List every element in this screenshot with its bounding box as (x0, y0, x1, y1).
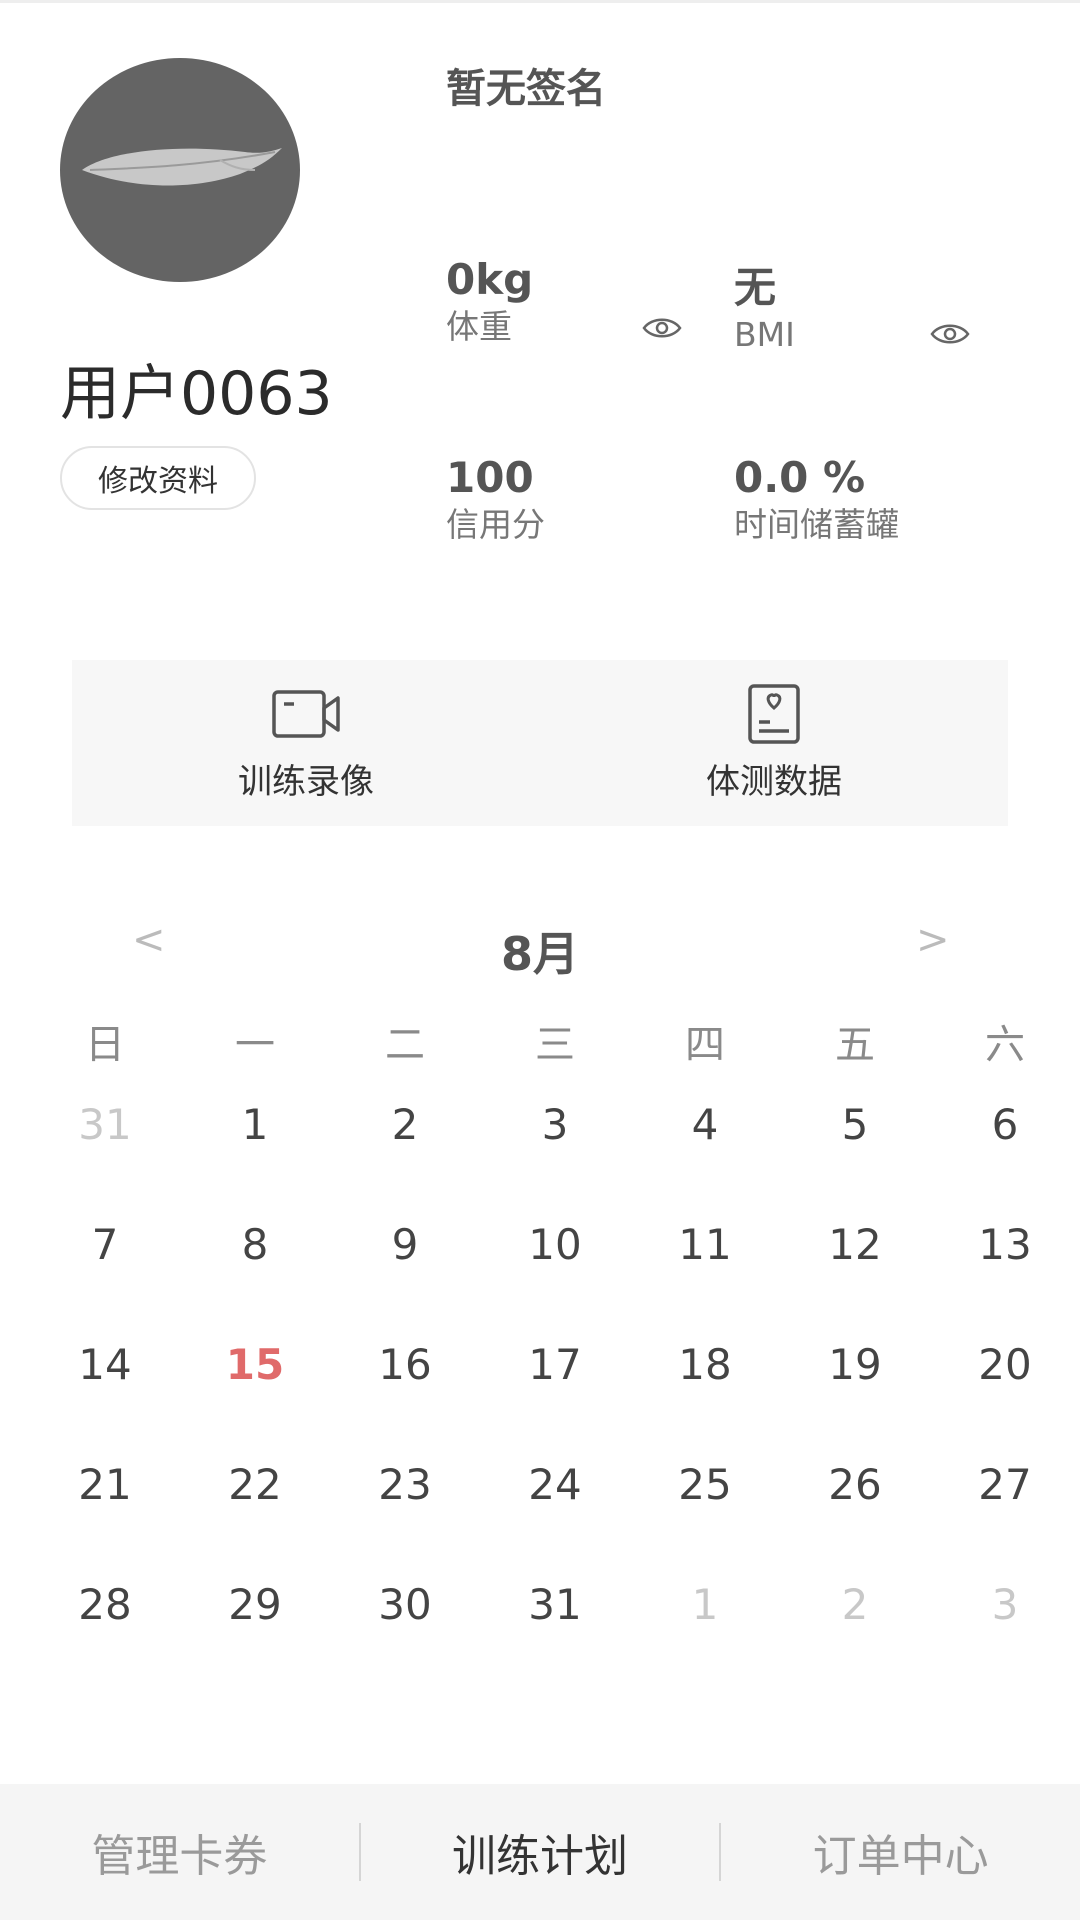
calendar-day[interactable]: 9 (330, 1210, 480, 1330)
calendar-week: 28 29 30 31 1 2 3 (30, 1570, 1080, 1690)
weekday-label: 一 (235, 1022, 275, 1068)
calendar-day[interactable]: 29 (180, 1570, 330, 1690)
bmi-label: BMI (734, 315, 795, 354)
feather-icon (82, 148, 282, 186)
eye-icon[interactable] (642, 314, 682, 342)
weight-label: 体重 (446, 307, 512, 346)
calendar-day[interactable]: 27 (930, 1450, 1080, 1570)
calendar-day[interactable]: 24 (480, 1450, 630, 1570)
calendar-day[interactable]: 3 (480, 1090, 630, 1210)
credit-label: 信用分 (446, 505, 545, 544)
calendar-day-other-month[interactable]: 1 (630, 1570, 780, 1690)
weekday-label: 五 (835, 1022, 875, 1068)
calendar-day[interactable]: 10 (480, 1210, 630, 1330)
health-report-icon (748, 683, 800, 744)
weekday-label: 六 (985, 1022, 1025, 1068)
weight-value: 0kg (446, 255, 534, 304)
calendar-day[interactable]: 17 (480, 1330, 630, 1450)
savings-jar-value: 0.0 % (734, 453, 866, 502)
avatar[interactable] (60, 58, 300, 282)
calendar-day[interactable]: 16 (330, 1330, 480, 1450)
tab-order-center[interactable]: 订单中心 (721, 1820, 1080, 1884)
bottom-tab-bar: 管理卡券 训练计划 订单中心 (0, 1784, 1080, 1920)
calendar-day[interactable]: 6 (930, 1090, 1080, 1210)
calendar-day[interactable]: 2 (330, 1090, 480, 1210)
calendar-day[interactable]: 19 (780, 1330, 930, 1450)
savings-jar-stat: 0.0 % 时间储蓄罐 (734, 452, 899, 546)
credit-stat: 100 信用分 (446, 452, 545, 546)
savings-jar-label: 时间储蓄罐 (734, 505, 899, 544)
calendar-day[interactable]: 4 (630, 1090, 780, 1210)
tab-manage-cards[interactable]: 管理卡券 (0, 1820, 359, 1884)
training-video-label: 训练录像 (238, 761, 374, 802)
body-data-button[interactable]: 体测数据 (540, 660, 1008, 826)
calendar-day[interactable]: 26 (780, 1450, 930, 1570)
calendar-day[interactable]: 23 (330, 1450, 480, 1570)
calendar-grid: 31 1 2 3 4 5 6 7 8 9 10 11 12 13 14 15 1… (30, 1090, 1080, 1690)
weekday-label: 三 (535, 1022, 575, 1068)
body-data-label: 体测数据 (706, 761, 842, 802)
bmi-stat: 无 BMI (734, 262, 795, 356)
edit-profile-button[interactable]: 修改资料 (60, 446, 256, 510)
tab-training-plan[interactable]: 训练计划 (361, 1820, 720, 1884)
calendar-day-other-month[interactable]: 2 (780, 1570, 930, 1690)
calendar-day[interactable]: 18 (630, 1330, 780, 1450)
weekday-label: 四 (685, 1022, 725, 1068)
calendar-day[interactable]: 14 (30, 1330, 180, 1450)
quick-actions: 训练录像 体测数据 (72, 660, 1008, 826)
calendar-week: 21 22 23 24 25 26 27 (30, 1450, 1080, 1570)
calendar-day[interactable]: 25 (630, 1450, 780, 1570)
calendar-day[interactable]: 12 (780, 1210, 930, 1330)
calendar-day[interactable]: 1 (180, 1090, 330, 1210)
username: 用户0063 (60, 359, 333, 429)
calendar-day[interactable]: 30 (330, 1570, 480, 1690)
calendar-day-other-month[interactable]: 31 (30, 1090, 180, 1210)
calendar-day[interactable]: 28 (30, 1570, 180, 1690)
weight-stat: 0kg 体重 (446, 254, 533, 348)
weekday-label: 日 (85, 1022, 125, 1068)
calendar-week: 14 15 16 17 18 19 20 (30, 1330, 1080, 1450)
calendar-day[interactable]: 11 (630, 1210, 780, 1330)
calendar-day[interactable]: 13 (930, 1210, 1080, 1330)
next-month-button[interactable]: > (916, 910, 950, 970)
calendar-day-today[interactable]: 15 (180, 1330, 330, 1450)
calendar-day-other-month[interactable]: 3 (930, 1570, 1080, 1690)
calendar-day[interactable]: 21 (30, 1450, 180, 1570)
calendar-day[interactable]: 5 (780, 1090, 930, 1210)
calendar-header: < 8月 > (0, 910, 1080, 990)
calendar-week: 31 1 2 3 4 5 6 (30, 1090, 1080, 1210)
credit-value: 100 (446, 453, 534, 502)
video-camera-icon (272, 689, 340, 738)
weekday-header: 日 一 二 三 四 五 六 (30, 1012, 1080, 1070)
bmi-value: 无 (734, 263, 777, 312)
calendar-day[interactable]: 7 (30, 1210, 180, 1330)
calendar-day[interactable]: 8 (180, 1210, 330, 1330)
top-divider (0, 0, 1080, 3)
training-video-button[interactable]: 训练录像 (72, 660, 540, 826)
signature[interactable]: 暂无签名 (446, 56, 606, 114)
eye-icon[interactable] (930, 320, 970, 348)
calendar-week: 7 8 9 10 11 12 13 (30, 1210, 1080, 1330)
calendar-day[interactable]: 31 (480, 1570, 630, 1690)
weekday-label: 二 (385, 1022, 425, 1068)
calendar-day[interactable]: 20 (930, 1330, 1080, 1450)
calendar-day[interactable]: 22 (180, 1450, 330, 1570)
